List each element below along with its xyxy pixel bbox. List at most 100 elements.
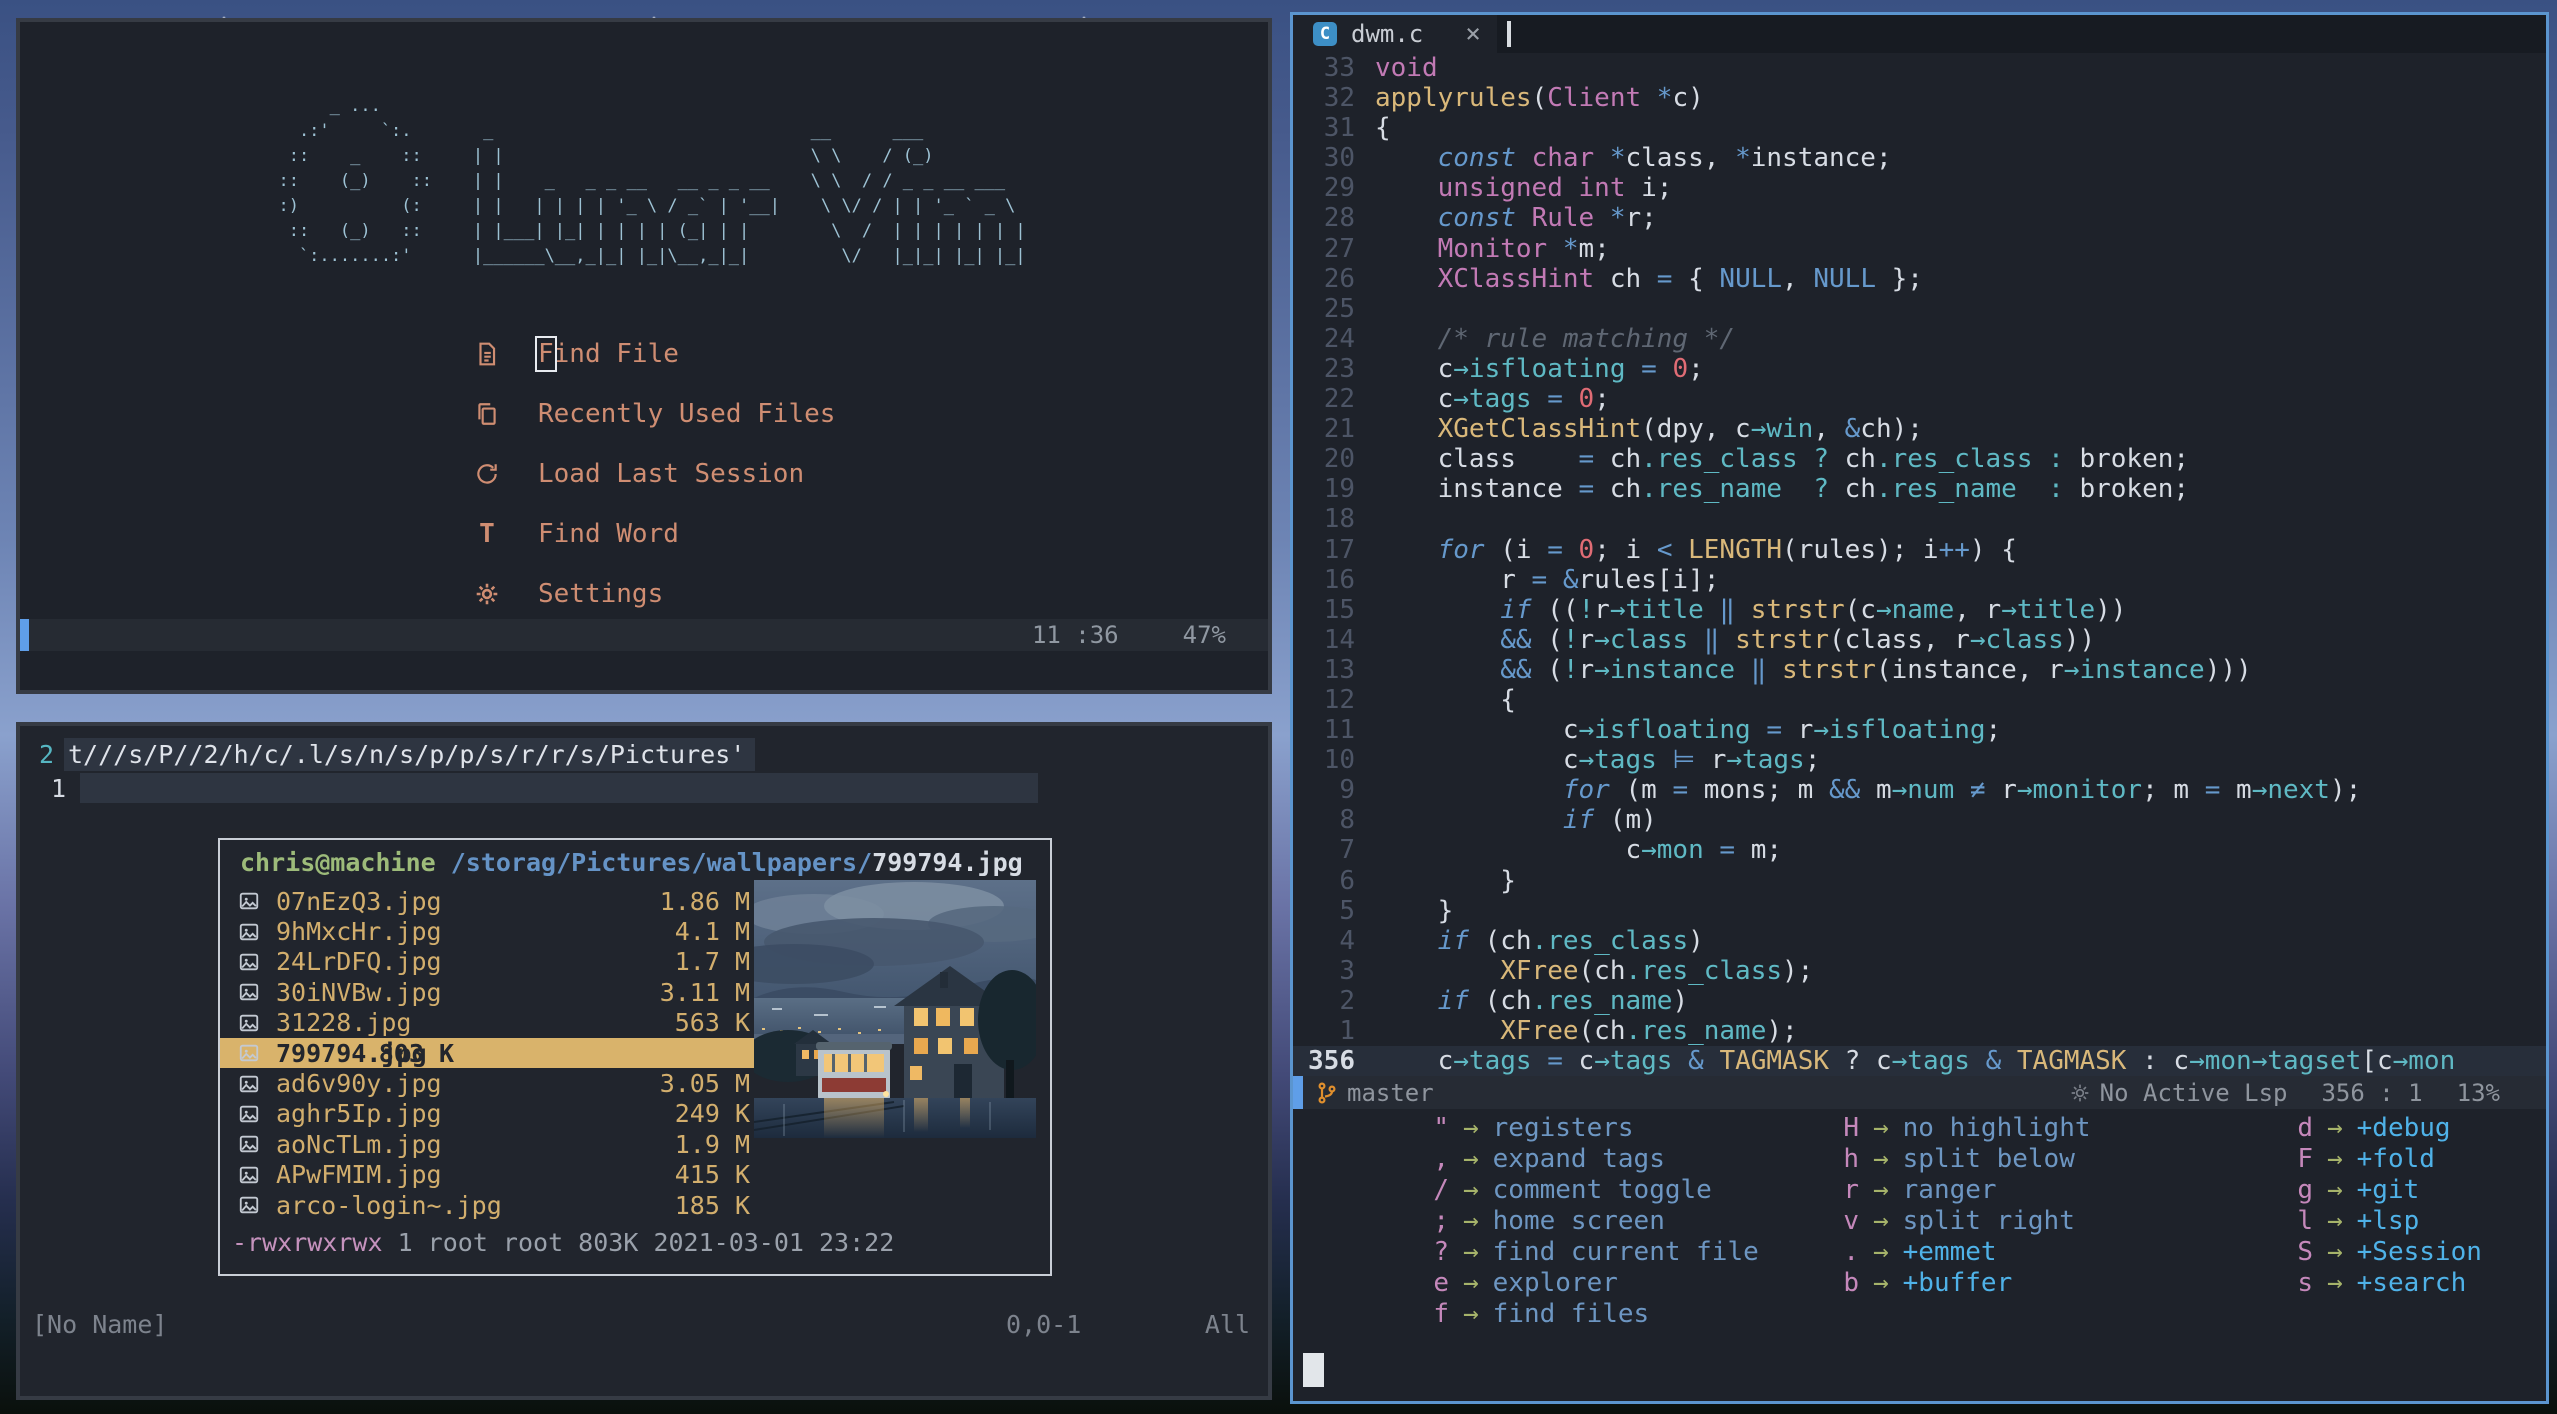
code-line[interactable]: 25 <box>1293 294 2546 324</box>
menu-item-load-last-session[interactable]: Load Last Session <box>472 444 835 504</box>
code-line[interactable]: 2 if (ch.res_name) <box>1293 986 2546 1016</box>
arrow-icon: → <box>1463 1237 1479 1267</box>
whichkey-binding-s: s → +search <box>2287 1268 2482 1299</box>
explorer-statusline: [No Name] 0,0-1 All <box>20 1310 1268 1344</box>
code-line[interactable]: 13 && (!r→instance ‖ strstr(instance, r→… <box>1293 655 2546 685</box>
code-line[interactable]: 11 c→isfloating = r→isfloating; <box>1293 715 2546 745</box>
arrow-icon: → <box>2327 1175 2343 1205</box>
image-file-icon <box>238 951 264 973</box>
code-line[interactable]: 24 /* rule matching */ <box>1293 324 2546 354</box>
code-line[interactable]: 10 c→tags ⊨ r→tags; <box>1293 745 2546 775</box>
code-line[interactable]: 1 XFree(ch.res_name); <box>1293 1016 2546 1046</box>
code-line[interactable]: 23 c→isfloating = 0; <box>1293 354 2546 384</box>
code-line[interactable]: 9 for (m = mons; m && m→num ≠ r→monitor;… <box>1293 775 2546 805</box>
code-line[interactable]: 17 for (i = 0; i < LENGTH(rules); i++) { <box>1293 535 2546 565</box>
code-line[interactable]: 12 { <box>1293 685 2546 715</box>
image-file-icon <box>238 981 264 1003</box>
code-line[interactable]: 4 if (ch.res_class) <box>1293 926 2546 956</box>
binding-description: split below <box>1902 1144 2075 1174</box>
buffer-line-1[interactable]: 1 <box>20 772 1268 804</box>
code-line[interactable]: 31 { <box>1293 113 2546 143</box>
code-line[interactable]: 26 XClassHint ch = { NULL, NULL }; <box>1293 264 2546 294</box>
line-number: 18 <box>1323 504 1355 535</box>
window-dashboard: _ ... .:' `:. _ __ ___ :: _ :: | | \ \ /… <box>16 18 1272 694</box>
binding-description: comment toggle <box>1492 1175 1712 1205</box>
code-text: const Rule *r; <box>1437 203 1657 234</box>
code-line[interactable]: 14 && (!r→class ‖ strstr(class, r→class)… <box>1293 625 2546 655</box>
code-line[interactable]: 27 Monitor *m; <box>1293 234 2546 264</box>
binding-description: +fold <box>2356 1144 2435 1174</box>
code-text: c→mon = m; <box>1375 835 1783 866</box>
file-row[interactable]: 799794.jpg 803 K <box>220 1037 754 1069</box>
whichkey-panel: " → registers, → expand tags / → comment toggle… <box>1293 1109 2546 1351</box>
code-line[interactable]: 30 const char *class, *instance; <box>1293 143 2546 173</box>
whichkey-binding-r: r → ranger <box>1833 1175 2091 1206</box>
whichkey-binding-": " → registers <box>1423 1113 1759 1144</box>
code-line[interactable]: 8 if (m) <box>1293 805 2546 835</box>
arrow-icon: → <box>1873 1144 1889 1174</box>
code-line[interactable]: 6 } <box>1293 866 2546 896</box>
binding-description: +search <box>2356 1268 2467 1298</box>
dashboard-menu: Find File Recently Used Files Load Last Se… <box>472 324 835 624</box>
line-number: 19 <box>1323 474 1355 505</box>
binding-description: +buffer <box>1902 1268 2013 1298</box>
whichkey-column: " → registers, → expand tags / → comment toggle… <box>1423 1113 1759 1330</box>
code-line[interactable]: 21 XGetClassHint(dpy, c→win, &ch); <box>1293 414 2546 444</box>
line-number: 32 <box>1323 83 1355 114</box>
menu-item-settings[interactable]: Settings <box>472 564 835 624</box>
whichkey-binding-;: ; → home screen <box>1423 1206 1759 1237</box>
statusline-accent-bar <box>20 619 29 651</box>
file-row[interactable]: arco-login~.jpg 185 K <box>220 1190 1050 1220</box>
code-line[interactable]: 33 void <box>1293 53 2546 83</box>
code-line[interactable]: 18 <box>1293 504 2546 534</box>
file-name: aghr5Ip.jpg <box>276 1099 442 1129</box>
binding-description: find files <box>1492 1299 1650 1329</box>
arrow-icon: → <box>2327 1113 2343 1143</box>
image-file-icon <box>238 1194 264 1216</box>
binding-description: find current file <box>1492 1237 1759 1267</box>
close-icon[interactable]: × <box>1465 19 1481 49</box>
code-line[interactable]: 3 XFree(ch.res_class); <box>1293 956 2546 986</box>
tab-dwm-c[interactable]: C dwm.c × <box>1293 15 1497 53</box>
files-copy-icon <box>472 399 502 429</box>
gear-icon <box>472 579 502 609</box>
popup-header: chris@machine /storag/Pictures/wallpaper… <box>240 848 1023 877</box>
code-line[interactable]: 32 applyrules(Client *c) <box>1293 83 2546 113</box>
file-row[interactable]: APwFMIM.jpg 415 K <box>220 1160 1050 1190</box>
code-line[interactable]: 20 class = ch.res_class ? ch.res_class :… <box>1293 444 2546 474</box>
code-line[interactable]: 16 r = &rules[i]; <box>1293 565 2546 595</box>
line-number: 11 <box>1323 715 1355 746</box>
binding-key: g <box>2297 1175 2313 1205</box>
menu-item-find-word[interactable]: T Find Word <box>472 504 835 564</box>
code-text: c→tags = c→tags & TAGMASK ? c→tags & TAG… <box>1375 1046 2456 1076</box>
code-line[interactable]: 22 c→tags = 0; <box>1293 384 2546 414</box>
window-file-explorer: 2 t///s/P//2/h/c/.l/s/n/s/p/p/s/r/r/s/Pi… <box>16 722 1272 1400</box>
code-line[interactable]: 28 const Rule *r; <box>1293 203 2546 233</box>
binding-description: expand tags <box>1492 1144 1665 1174</box>
code-text: c→isfloating = r→isfloating; <box>1375 715 2002 746</box>
code-line[interactable]: 29 unsigned int i; <box>1293 173 2546 203</box>
whichkey-binding-l: l → +lsp <box>2287 1206 2482 1237</box>
command-cursor-block <box>1303 1353 1324 1387</box>
cable-car <box>816 1042 892 1100</box>
binding-key: h <box>1843 1144 1859 1174</box>
binding-key: b <box>1843 1268 1859 1298</box>
code-line[interactable]: 15 if ((!r→title ‖ strstr(c→name, r→titl… <box>1293 595 2546 625</box>
cursor-position: 356 : 1 <box>2321 1078 2423 1107</box>
binding-key: v <box>1843 1206 1859 1236</box>
whichkey-binding-d: d → +debug <box>2287 1113 2482 1144</box>
code-text: /* rule matching */ <box>1437 323 1736 354</box>
line-number: 30 <box>1323 143 1355 174</box>
menu-item-label: Recently Used Files <box>538 399 836 429</box>
code-line[interactable]: 19 instance = ch.res_name ? ch.res_name … <box>1293 474 2546 504</box>
menu-item-find-file[interactable]: Find File <box>472 324 835 384</box>
whichkey-binding-F: F → +fold <box>2287 1144 2482 1175</box>
arrow-icon: → <box>1873 1237 1889 1267</box>
code-line[interactable]: 5 } <box>1293 896 2546 926</box>
buffer-line-2[interactable]: 2 t///s/P//2/h/c/.l/s/n/s/p/p/s/r/r/s/Pi… <box>20 737 1268 771</box>
code-line[interactable]: 356 c→tags = c→tags & TAGMASK ? c→tags &… <box>1293 1046 2546 1076</box>
code-line[interactable]: 7 c→mon = m; <box>1293 835 2546 865</box>
user-host: chris@machine <box>240 848 436 877</box>
menu-item-recently-used-files[interactable]: Recently Used Files <box>472 384 835 444</box>
arrow-icon: → <box>2327 1206 2343 1236</box>
